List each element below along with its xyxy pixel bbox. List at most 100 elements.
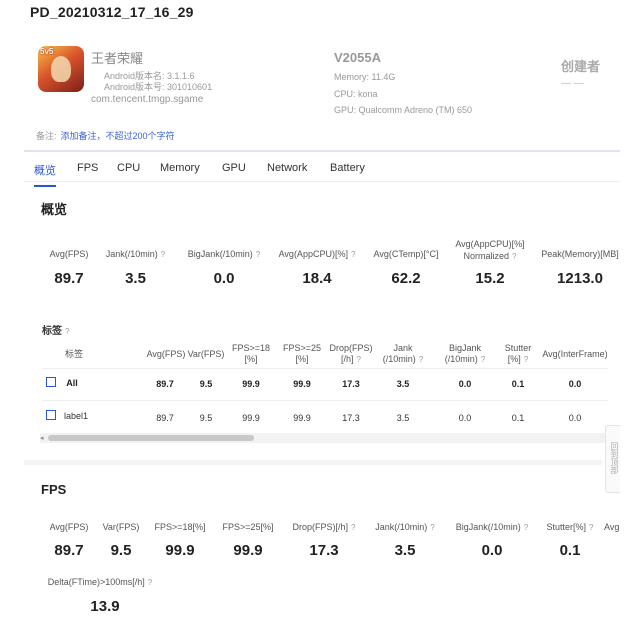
tab-gpu[interactable]: GPU bbox=[222, 162, 246, 174]
tab-network[interactable]: Network bbox=[267, 162, 307, 174]
stat-label: Avg(FPS) bbox=[49, 249, 89, 259]
table-cell: 17.3 bbox=[342, 413, 360, 423]
stat-value: 1213.0 bbox=[557, 270, 603, 287]
stat-label: BigJank(/10min)? bbox=[455, 522, 529, 532]
help-icon[interactable]: ? bbox=[524, 355, 528, 364]
table-cell: 99.9 bbox=[242, 413, 260, 423]
table-cell: 17.3 bbox=[342, 379, 360, 389]
help-icon[interactable]: ? bbox=[419, 355, 423, 364]
remark: 备注: 添加备注，不超过200个字符 bbox=[36, 129, 175, 142]
stat-value: 0.0 bbox=[481, 542, 503, 559]
overview-title: 概览 bbox=[41, 202, 68, 217]
stat-value: 13.9 bbox=[90, 598, 120, 615]
table-cell: 0.1 bbox=[511, 379, 525, 389]
stat-label: Stutter[%]? bbox=[546, 522, 594, 532]
column-header: Avg(InterFrame) bbox=[542, 349, 608, 359]
app-icon: 5v5 bbox=[38, 46, 84, 92]
row-label: label1 bbox=[64, 411, 89, 421]
tab-overview[interactable]: 概览 bbox=[34, 162, 56, 187]
stat-label: Avg bbox=[604, 522, 620, 532]
stat-label: FPS>=25[%] bbox=[222, 522, 274, 532]
creator-value: — — bbox=[561, 78, 584, 89]
table-cell: 9.5 bbox=[199, 379, 213, 389]
stat-value: 9.5 bbox=[110, 542, 132, 559]
column-header: FPS>=25 [%] bbox=[282, 343, 322, 364]
row-divider bbox=[42, 400, 608, 401]
creator-label: 创建者 bbox=[561, 59, 601, 74]
device-model: V2055A bbox=[334, 50, 381, 65]
table-cell: 99.9 bbox=[293, 413, 311, 423]
row-checkbox[interactable] bbox=[46, 377, 56, 387]
app-info-card: 5v5 王者荣耀 Android版本名: 3.1.1.6 Android版本号:… bbox=[24, 28, 620, 150]
help-icon[interactable]: ? bbox=[430, 523, 434, 532]
table-cell: 0.0 bbox=[568, 379, 582, 389]
stat-value: 18.4 bbox=[302, 270, 332, 287]
row-checkbox[interactable] bbox=[46, 410, 56, 420]
table-cell: 0.0 bbox=[458, 413, 472, 423]
stat-value: 0.1 bbox=[559, 542, 581, 559]
help-icon[interactable]: ? bbox=[256, 250, 260, 259]
stat-value: 17.3 bbox=[309, 542, 339, 559]
help-icon[interactable]: ? bbox=[589, 523, 593, 532]
add-remark-link[interactable]: 添加备注，不超过200个字符 bbox=[61, 131, 175, 141]
stat-label: FPS>=18[%] bbox=[154, 522, 206, 532]
stat-label: Avg(CTemp)[°C] bbox=[373, 249, 439, 259]
stat-label: Drop(FPS)[/h]? bbox=[292, 522, 356, 532]
table-cell: 99.9 bbox=[293, 379, 311, 389]
column-header: Avg(FPS) bbox=[146, 349, 186, 359]
stat-value: 99.9 bbox=[165, 542, 195, 559]
stat-value: 3.5 bbox=[394, 542, 416, 559]
help-icon[interactable]: ? bbox=[357, 355, 361, 364]
tab-battery[interactable]: Battery bbox=[330, 162, 365, 174]
stat-label: Jank(/10min)? bbox=[105, 249, 166, 259]
app-package: com.tencent.tmgp.sgame bbox=[91, 94, 204, 105]
column-header: BigJank (/10min)? bbox=[444, 343, 486, 364]
table-cell: 99.9 bbox=[242, 379, 260, 389]
table-cell: 89.7 bbox=[156, 413, 174, 423]
column-header: Drop(FPS) [/h]? bbox=[329, 343, 373, 364]
help-icon[interactable]: ? bbox=[524, 523, 528, 532]
stat-label: Avg(FPS) bbox=[49, 522, 89, 532]
help-icon[interactable]: ? bbox=[351, 523, 355, 532]
horizontal-scrollbar[interactable]: ◂ bbox=[40, 433, 608, 443]
page-title: PD_20210312_17_16_29 bbox=[30, 4, 194, 20]
header-divider bbox=[42, 368, 608, 369]
back-to-top-handle[interactable]: 回到顶部 bbox=[605, 425, 620, 493]
stat-label: BigJank(/10min)? bbox=[187, 249, 261, 259]
table-cell: 0.0 bbox=[458, 379, 472, 389]
column-header: 标签 bbox=[64, 349, 83, 359]
help-icon[interactable]: ? bbox=[481, 355, 485, 364]
device-memory: Memory: 11.4G bbox=[334, 72, 396, 82]
tab-bar: 概览 FPS CPU Memory GPU Network Battery bbox=[24, 150, 620, 187]
help-icon[interactable]: ? bbox=[65, 327, 69, 336]
stat-label: Delta(FTime)>100ms[/h]? bbox=[47, 577, 153, 587]
column-header: Var(FPS) bbox=[187, 349, 225, 359]
stat-value: 89.7 bbox=[54, 542, 84, 559]
scrollbar-thumb[interactable] bbox=[48, 435, 254, 441]
stat-label: Jank(/10min)? bbox=[375, 522, 435, 532]
row-label: All bbox=[66, 378, 78, 388]
stat-value: 15.2 bbox=[475, 270, 505, 287]
stat-label: Var(FPS) bbox=[102, 522, 140, 532]
help-icon[interactable]: ? bbox=[148, 578, 152, 587]
app-name: 王者荣耀 bbox=[91, 51, 144, 66]
tags-title: 标签? bbox=[42, 326, 70, 337]
stat-value: 89.7 bbox=[54, 270, 84, 287]
tab-fps[interactable]: FPS bbox=[77, 162, 98, 174]
tab-cpu[interactable]: CPU bbox=[117, 162, 140, 174]
stat-value: 3.5 bbox=[125, 270, 146, 287]
back-to-top-label: 回到顶部 bbox=[610, 442, 619, 474]
help-icon[interactable]: ? bbox=[512, 252, 516, 261]
table-cell: 0.1 bbox=[511, 413, 525, 423]
help-icon[interactable]: ? bbox=[161, 250, 165, 259]
stat-label: Avg(AppCPU)[%] Normalized? bbox=[455, 239, 525, 261]
device-cpu: CPU: kona bbox=[334, 89, 378, 99]
column-header: FPS>=18 [%] bbox=[231, 343, 271, 364]
table-cell: 3.5 bbox=[396, 379, 410, 389]
stat-label: Avg(AppCPU)[%]? bbox=[278, 249, 356, 259]
scroll-left-icon[interactable]: ◂ bbox=[40, 434, 44, 442]
table-cell: 9.5 bbox=[199, 413, 213, 423]
tab-memory[interactable]: Memory bbox=[160, 162, 200, 174]
help-icon[interactable]: ? bbox=[351, 250, 355, 259]
device-gpu: GPU: Qualcomm Adreno (TM) 650 bbox=[334, 105, 473, 115]
